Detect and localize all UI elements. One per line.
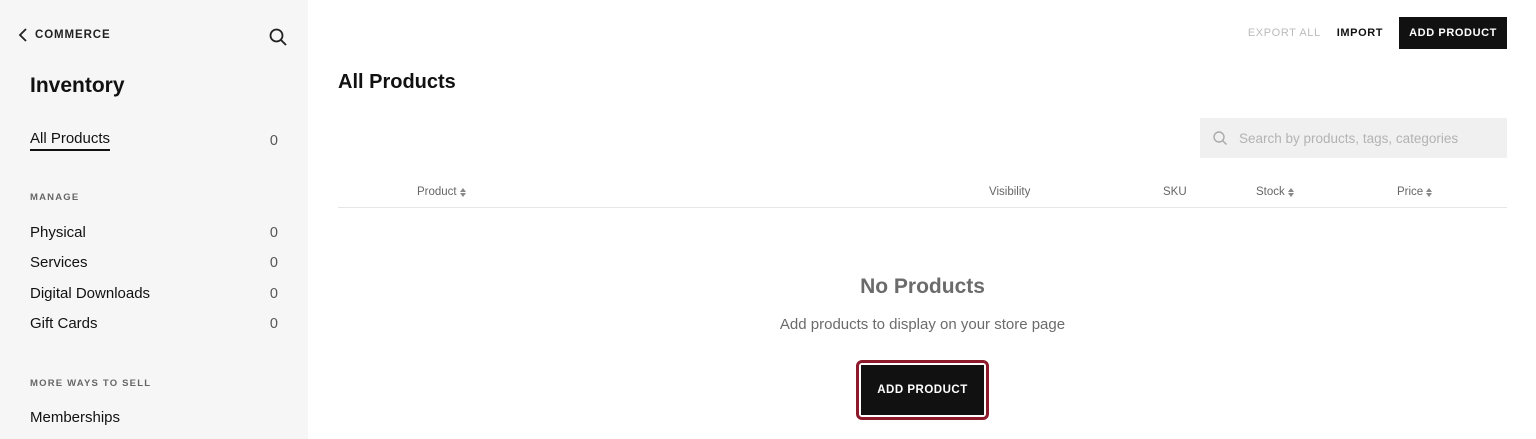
table-header: Product Visibility SKU Stock Price [338,183,1507,208]
empty-state-add-product-button[interactable]: ADD PRODUCT [861,365,984,415]
sidebar-title: Inventory [30,74,125,97]
sidebar: COMMERCE Inventory All Products 0 MANAGE… [0,0,308,439]
column-price[interactable]: Price [1397,186,1433,198]
chevron-left-icon [18,28,27,42]
column-label: Visibility [989,186,1031,198]
empty-state-title: No Products [860,275,985,298]
search-icon[interactable] [268,27,288,47]
sort-icon [1426,187,1433,197]
sidebar-item-count: 0 [269,315,278,332]
column-label: SKU [1163,186,1187,198]
empty-state-subtitle: Add products to display on your store pa… [779,316,1066,333]
import-button[interactable]: IMPORT [1337,27,1383,39]
sidebar-item-count: 0 [269,224,278,241]
sidebar-item-all-products[interactable]: All Products 0 [30,130,280,151]
column-label: Product [417,186,457,198]
sidebar-item-label: Gift Cards [30,315,98,332]
add-product-button[interactable]: ADD PRODUCT [1399,17,1507,49]
search-icon [1213,131,1228,146]
column-stock[interactable]: Stock [1256,186,1294,198]
column-label: Price [1397,186,1424,198]
sidebar-item-label: Physical [30,224,86,241]
product-search [1200,118,1507,158]
sidebar-item-label: Digital Downloads [30,285,151,302]
sidebar-item-memberships[interactable]: Memberships [30,409,280,426]
column-sku: SKU [1163,186,1187,198]
toolbar: EXPORT ALL IMPORT ADD PRODUCT [1248,17,1507,49]
sidebar-item-count: 0 [269,132,278,149]
more-ways-heading: MORE WAYS TO SELL [30,378,152,389]
sort-icon [1287,187,1294,197]
page-title: All Products [338,71,456,93]
search-input[interactable] [1239,130,1489,146]
sort-icon [459,187,466,197]
sidebar-item-physical[interactable]: Physical 0 [30,224,280,241]
sidebar-item-count: 0 [269,285,278,302]
sidebar-item-gift-cards[interactable]: Gift Cards 0 [30,315,280,332]
column-product[interactable]: Product [417,186,466,198]
add-product-focus-ring: ADD PRODUCT [856,360,989,420]
sidebar-item-label: Memberships [30,409,121,426]
sidebar-item-services[interactable]: Services 0 [30,254,280,271]
column-label: Stock [1256,186,1285,198]
export-all-button[interactable]: EXPORT ALL [1248,27,1321,39]
sidebar-item-label: All Products [30,130,111,151]
sidebar-item-label: Services [30,254,88,271]
manage-heading: MANAGE [30,192,80,203]
back-label: COMMERCE [35,29,111,41]
sidebar-item-digital-downloads[interactable]: Digital Downloads 0 [30,285,280,302]
column-visibility: Visibility [989,186,1030,198]
back-to-commerce-link[interactable]: COMMERCE [18,28,111,42]
sidebar-item-count: 0 [269,254,278,271]
